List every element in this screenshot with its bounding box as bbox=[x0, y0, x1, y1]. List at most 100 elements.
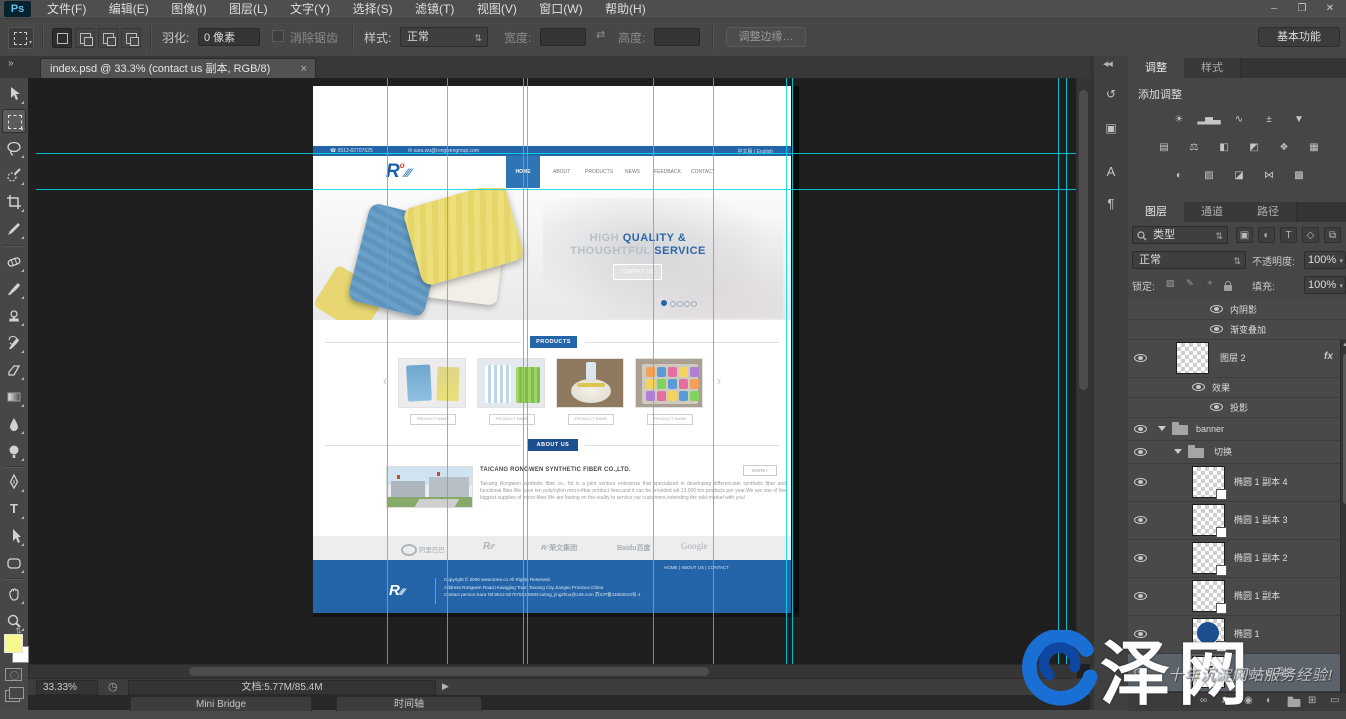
layer-fx-icon[interactable]: fx bbox=[1324, 351, 1333, 362]
fill-value[interactable]: 100% ▾ bbox=[1304, 276, 1346, 294]
guide-vertical[interactable] bbox=[792, 78, 793, 678]
layer-group-row[interactable]: banner bbox=[1128, 418, 1346, 441]
layer-thumbnail[interactable] bbox=[1192, 504, 1225, 536]
document-tab[interactable]: index.psd @ 33.3% (contact us 副本, RGB/8)… bbox=[40, 58, 316, 78]
new-layer-icon[interactable]: ⊞ bbox=[1308, 695, 1316, 706]
menu-layer[interactable]: 图层(L) bbox=[220, 0, 277, 18]
layer-thumbnail[interactable] bbox=[1192, 580, 1225, 612]
tab-mini-bridge[interactable]: Mini Bridge bbox=[130, 696, 312, 711]
expand-triangle-icon[interactable] bbox=[1174, 449, 1182, 454]
levels-icon[interactable]: ▂▅▃ bbox=[1197, 112, 1221, 128]
tool-preset-picker[interactable]: ▾ bbox=[8, 27, 34, 49]
menu-file[interactable]: 文件(F) bbox=[38, 0, 95, 18]
hue-saturation-icon[interactable]: ▤ bbox=[1152, 140, 1176, 156]
type-tool[interactable]: T bbox=[2, 497, 26, 521]
menu-view[interactable]: 视图(V) bbox=[468, 0, 526, 18]
blur-tool[interactable] bbox=[2, 412, 26, 436]
menu-select[interactable]: 选择(S) bbox=[344, 0, 402, 18]
layer-effect-row[interactable]: 内阴影 bbox=[1128, 300, 1346, 320]
layer-effect-row[interactable]: 渐变叠加 bbox=[1128, 320, 1346, 340]
guide-vertical[interactable] bbox=[387, 78, 388, 678]
visibility-eye-icon[interactable] bbox=[1134, 630, 1147, 638]
guide-vertical[interactable] bbox=[786, 78, 787, 678]
canvas-horizontal-scrollbar[interactable] bbox=[28, 664, 1077, 678]
menu-filter[interactable]: 滤镜(T) bbox=[406, 0, 463, 18]
link-layers-icon[interactable]: ∞ bbox=[1200, 695, 1207, 706]
lock-position-icon[interactable]: + bbox=[1202, 276, 1218, 291]
guide-vertical[interactable] bbox=[447, 78, 448, 678]
layer-row[interactable]: 图层 2 fx bbox=[1128, 340, 1346, 378]
toolbar-collapse-icon[interactable]: » bbox=[8, 58, 14, 69]
layer-effects-header-row[interactable]: 效果 bbox=[1128, 378, 1346, 398]
layer-group-row[interactable]: 切换 bbox=[1128, 441, 1346, 464]
properties-panel-icon[interactable]: ▣ bbox=[1101, 118, 1121, 138]
tab-layers[interactable]: 图层 bbox=[1128, 202, 1185, 222]
document-info-field[interactable]: 文档:5.77M/85.4M bbox=[128, 680, 436, 695]
visibility-eye-icon[interactable] bbox=[1210, 403, 1223, 411]
invert-icon[interactable]: ◐ bbox=[1167, 168, 1191, 184]
restore-button[interactable]: ❐ bbox=[1290, 2, 1314, 16]
color-balance-icon[interactable]: ⚖ bbox=[1182, 140, 1206, 156]
status-expand-icon[interactable]: ▶ bbox=[442, 681, 449, 692]
new-adjustment-layer-icon[interactable]: ◐ bbox=[1266, 695, 1272, 706]
foreground-color-swatch[interactable] bbox=[4, 634, 23, 653]
rectangular-marquee-tool[interactable] bbox=[2, 109, 26, 133]
layer-row[interactable]: 椭圆 1 副本 bbox=[1128, 578, 1346, 616]
posterize-icon[interactable]: ▨ bbox=[1197, 168, 1221, 184]
guide-vertical[interactable] bbox=[527, 78, 528, 678]
blend-mode-select[interactable]: 正常 ⇅ bbox=[1132, 251, 1246, 269]
workspace-switcher[interactable]: 基本功能 bbox=[1258, 27, 1340, 47]
guide-horizontal[interactable] bbox=[36, 189, 1076, 190]
menu-help[interactable]: 帮助(H) bbox=[596, 0, 655, 18]
photo-filter-icon[interactable]: ◩ bbox=[1242, 140, 1266, 156]
quick-selection-tool[interactable] bbox=[2, 163, 26, 187]
layer-row[interactable]: 椭圆 1 副本 2 bbox=[1128, 540, 1346, 578]
visibility-eye-icon[interactable] bbox=[1134, 448, 1147, 456]
swap-dimensions-icon[interactable]: ⇄ bbox=[596, 28, 605, 41]
menu-image[interactable]: 图像(I) bbox=[162, 0, 215, 18]
paragraph-panel-icon[interactable]: ¶ bbox=[1101, 194, 1121, 214]
tab-paths[interactable]: 路径 bbox=[1240, 202, 1297, 222]
layer-thumbnail[interactable] bbox=[1192, 542, 1225, 574]
swap-colors-icon[interactable]: ⇄ bbox=[14, 627, 23, 634]
gradient-map-icon[interactable]: ⋈ bbox=[1257, 168, 1281, 184]
selection-mode-subtract[interactable] bbox=[98, 28, 118, 48]
filter-shape-layers-icon[interactable]: ◇ bbox=[1302, 227, 1319, 243]
antialias-checkbox[interactable] bbox=[272, 30, 284, 42]
shape-tool[interactable] bbox=[2, 551, 26, 575]
color-lookup-icon[interactable]: ▦ bbox=[1302, 140, 1326, 156]
history-brush-tool[interactable] bbox=[2, 331, 26, 355]
opacity-value[interactable]: 100% ▾ bbox=[1304, 251, 1346, 269]
visibility-eye-icon[interactable] bbox=[1134, 592, 1147, 600]
layer-style-icon[interactable]: fx bbox=[1222, 695, 1230, 705]
selection-mode-new[interactable] bbox=[52, 28, 72, 48]
selection-mode-intersect[interactable] bbox=[121, 28, 141, 48]
close-tab-icon[interactable]: × bbox=[301, 59, 307, 79]
delete-layer-icon[interactable]: ▭ bbox=[1330, 695, 1339, 706]
guide-vertical[interactable] bbox=[523, 78, 524, 678]
visibility-eye-icon[interactable] bbox=[1134, 668, 1147, 676]
lock-all-icon[interactable] bbox=[1224, 278, 1232, 296]
path-selection-tool[interactable] bbox=[2, 524, 26, 548]
clone-stamp-tool[interactable] bbox=[2, 304, 26, 328]
tab-timeline[interactable]: 时间轴 bbox=[336, 696, 482, 711]
menu-type[interactable]: 文字(Y) bbox=[281, 0, 339, 18]
selective-color-icon[interactable]: ▩ bbox=[1287, 168, 1311, 184]
menu-edit[interactable]: 编辑(E) bbox=[100, 0, 158, 18]
expand-triangle-icon[interactable] bbox=[1158, 426, 1166, 431]
width-input[interactable] bbox=[540, 28, 586, 46]
refine-edge-button[interactable]: 调整边缘… bbox=[726, 27, 806, 47]
layer-filter-type-select[interactable]: 类型 ⇅ bbox=[1132, 226, 1228, 244]
vibrance-icon[interactable]: ▼ bbox=[1287, 112, 1311, 128]
quick-mask-button[interactable] bbox=[5, 668, 22, 681]
lock-pixels-icon[interactable]: ✎ bbox=[1182, 276, 1198, 291]
tab-styles[interactable]: 样式 bbox=[1184, 58, 1241, 78]
healing-brush-tool[interactable] bbox=[2, 250, 26, 274]
document-canvas[interactable]: ☎ 0512-82707625 ✉ sara.wu@rongwengroup.c… bbox=[28, 78, 1090, 678]
lock-transparency-icon[interactable]: ▨ bbox=[1162, 276, 1178, 291]
layer-thumbnail[interactable] bbox=[1192, 466, 1225, 498]
guide-vertical[interactable] bbox=[1066, 78, 1067, 678]
new-group-icon[interactable] bbox=[1288, 699, 1301, 707]
height-input[interactable] bbox=[654, 28, 700, 46]
eyedropper-tool[interactable] bbox=[2, 217, 26, 241]
